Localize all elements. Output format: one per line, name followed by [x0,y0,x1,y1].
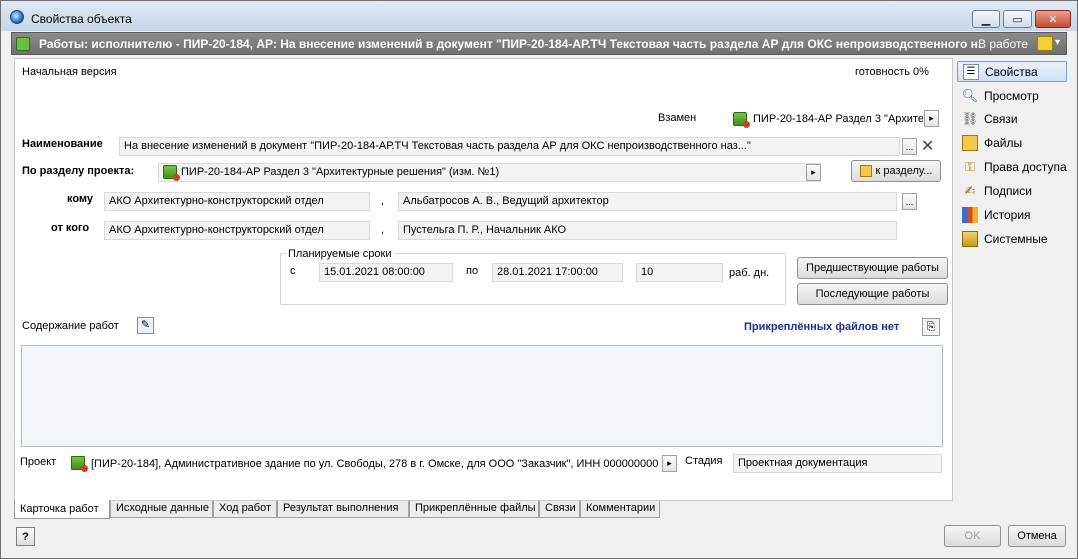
tab-comments[interactable]: Комментарии [580,501,660,518]
name-field[interactable]: На внесение изменений в документ "ПИР-20… [119,137,900,156]
work-icon [16,37,30,51]
previous-works-button[interactable]: Предшествующие работы [797,257,948,279]
folder-icon [859,165,872,177]
status-dropdown-icon[interactable]: ▾ [1055,37,1060,48]
work-content-area[interactable] [21,345,943,447]
section-value: ПИР-20-184-АР Раздел 3 "Архитектурные ре… [181,166,500,178]
tab-work-progress[interactable]: Ход работ [213,501,277,518]
sidebar-item-links[interactable]: ⛓︎ Связи [957,108,1067,129]
work-card-panel: Начальная версия готовность 0% Взамен ПИ… [14,58,953,501]
close-button[interactable]: ✕ [1035,10,1071,28]
section-label: По разделу проекта: [22,165,135,177]
tab-links[interactable]: Связи [539,501,580,518]
cancel-button[interactable]: Отмена [1008,525,1066,547]
object-title: Работы: исполнителю - ПИР-20-184, АР: На… [39,37,983,51]
readiness-label: готовность 0% [855,66,929,78]
from-person-field[interactable]: Пустельга П. Р., Начальник АКО [398,221,897,240]
section-arrow-button[interactable]: ▸ [806,164,821,181]
sidebar-item-history[interactable]: История [957,204,1067,225]
sidebar-item-properties[interactable]: ☰ Свойства [957,61,1067,82]
sidebar-item-preview[interactable]: 🔍︎ Просмотр [957,85,1067,106]
maximize-button[interactable]: ▭ [1003,10,1032,28]
content-label: Содержание работ [22,320,119,332]
project-value[interactable]: [ПИР-20-184], Административное здание по… [91,458,659,470]
object-header: Работы: исполнителю - ПИР-20-184, АР: На… [11,32,1067,55]
title-bar: Свойства объекта ▁ ▭ ✕ [1,1,1077,31]
start-label: с [290,265,296,277]
schedule-group-label: Планируемые сроки [285,248,395,260]
app-icon [10,10,24,24]
replaces-value[interactable]: ПИР-20-184-АР Раздел 3 "Архите [753,113,923,125]
replaces-arrow-button[interactable]: ▸ [924,110,939,127]
name-label: Наименование [22,138,103,150]
to-person-field[interactable]: Альбатросов А. В., Ведущий архитектор [398,192,897,211]
status-flag-icon[interactable] [1037,36,1053,51]
status-label: В работе [978,37,1029,51]
to-label: кому [67,193,94,205]
section-document-icon [163,165,180,181]
files-icon [962,134,978,151]
next-works-button[interactable]: Последующие работы [797,283,948,305]
tab-work-card[interactable]: Карточка работ [14,500,110,519]
tab-result[interactable]: Результат выполнения [277,501,409,518]
to-separator: , [381,195,385,207]
to-section-button[interactable]: к разделу... [851,160,941,182]
edit-content-icon[interactable]: ✎ [137,317,154,334]
version-label: Начальная версия [22,66,117,78]
ok-button[interactable]: OK [944,525,1001,547]
tab-source-data[interactable]: Исходные данные [110,501,213,518]
section-field[interactable]: ПИР-20-184-АР Раздел 3 "Архитектурные ре… [158,163,821,182]
project-label: Проект [20,456,57,468]
sidebar-item-system[interactable]: Системные [957,228,1067,249]
to-department-field[interactable]: АКО Архитектурно-конструкторский отдел [104,192,370,211]
sidebar-item-access-rights[interactable]: ⚿ Права доступа [957,156,1067,177]
document-icon [733,112,750,128]
end-date-field[interactable]: 28.01.2021 17:00:00 [492,263,623,282]
from-separator: , [381,224,385,236]
stage-label: Стадия [685,455,723,467]
key-icon: ⚿ [965,158,975,174]
sidebar-item-files[interactable]: Файлы [957,132,1067,153]
end-label: по [466,265,479,277]
attach-file-icon[interactable]: ⎘ [922,318,940,336]
clear-name-icon[interactable]: ✕ [921,136,934,156]
from-department-field[interactable]: АКО Архитектурно-конструкторский отдел [104,221,370,240]
from-label: от кого [51,222,90,234]
properties-window: Свойства объекта ▁ ▭ ✕ Работы: исполните… [0,0,1078,559]
properties-icon: ☰ [963,63,979,80]
window-title: Свойства объекта [31,12,132,26]
minimize-button[interactable]: ▁ [972,10,1000,28]
name-ellipsis-button[interactable]: ... [902,138,917,155]
duration-field[interactable]: 10 [636,263,723,282]
replaces-label: Взамен [658,112,697,124]
start-date-field[interactable]: 15.01.2021 08:00:00 [319,263,453,282]
history-books-icon [962,206,978,223]
duration-unit-label: раб. дн. [729,267,770,279]
stage-field[interactable]: Проектная документация [733,454,942,473]
sidebar-item-signatures[interactable]: ✍︎ Подписи [957,180,1067,201]
project-arrow-button[interactable]: ▸ [662,455,677,472]
attached-files-status: Прикреплённых файлов нет [744,321,900,333]
signature-icon: ✍︎ [964,182,976,198]
to-person-ellipsis-button[interactable]: ... [902,193,917,210]
chain-link-icon: ⛓︎ [961,110,979,126]
project-icon [71,456,88,472]
tab-attached-files[interactable]: Прикреплённые файлы [409,501,539,518]
magnifier-icon: 🔍︎ [961,87,979,103]
help-button[interactable]: ? [16,527,35,546]
system-icon [962,230,978,247]
